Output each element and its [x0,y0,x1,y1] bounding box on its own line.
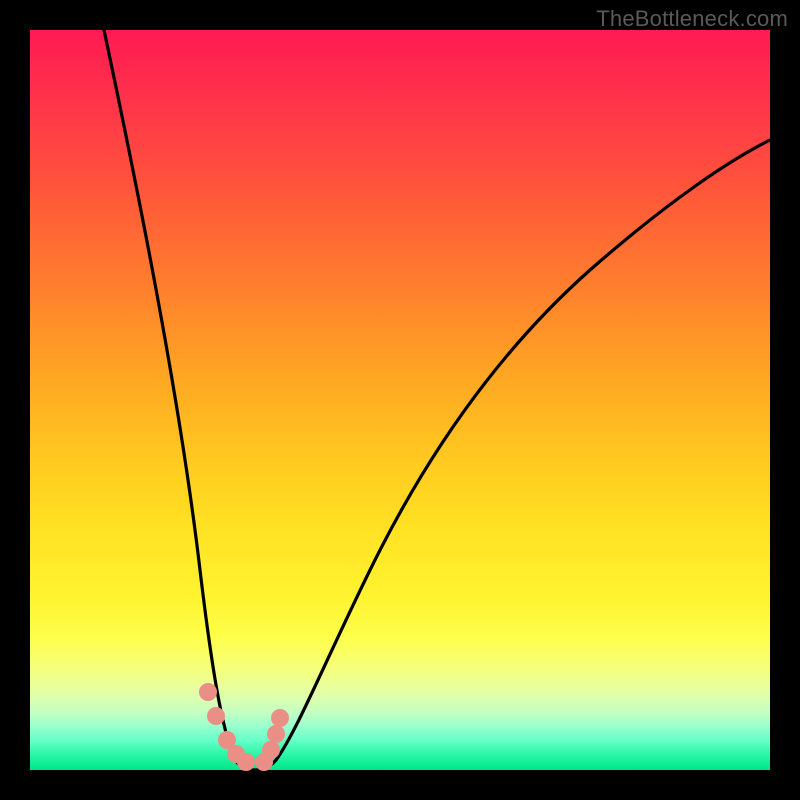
curve-layer [30,30,770,770]
bottleneck-curve [104,30,770,770]
chart-frame: TheBottleneck.com [0,0,800,800]
dotted-overlay [199,683,289,771]
plot-area [30,30,770,770]
watermark-text: TheBottleneck.com [596,6,788,32]
